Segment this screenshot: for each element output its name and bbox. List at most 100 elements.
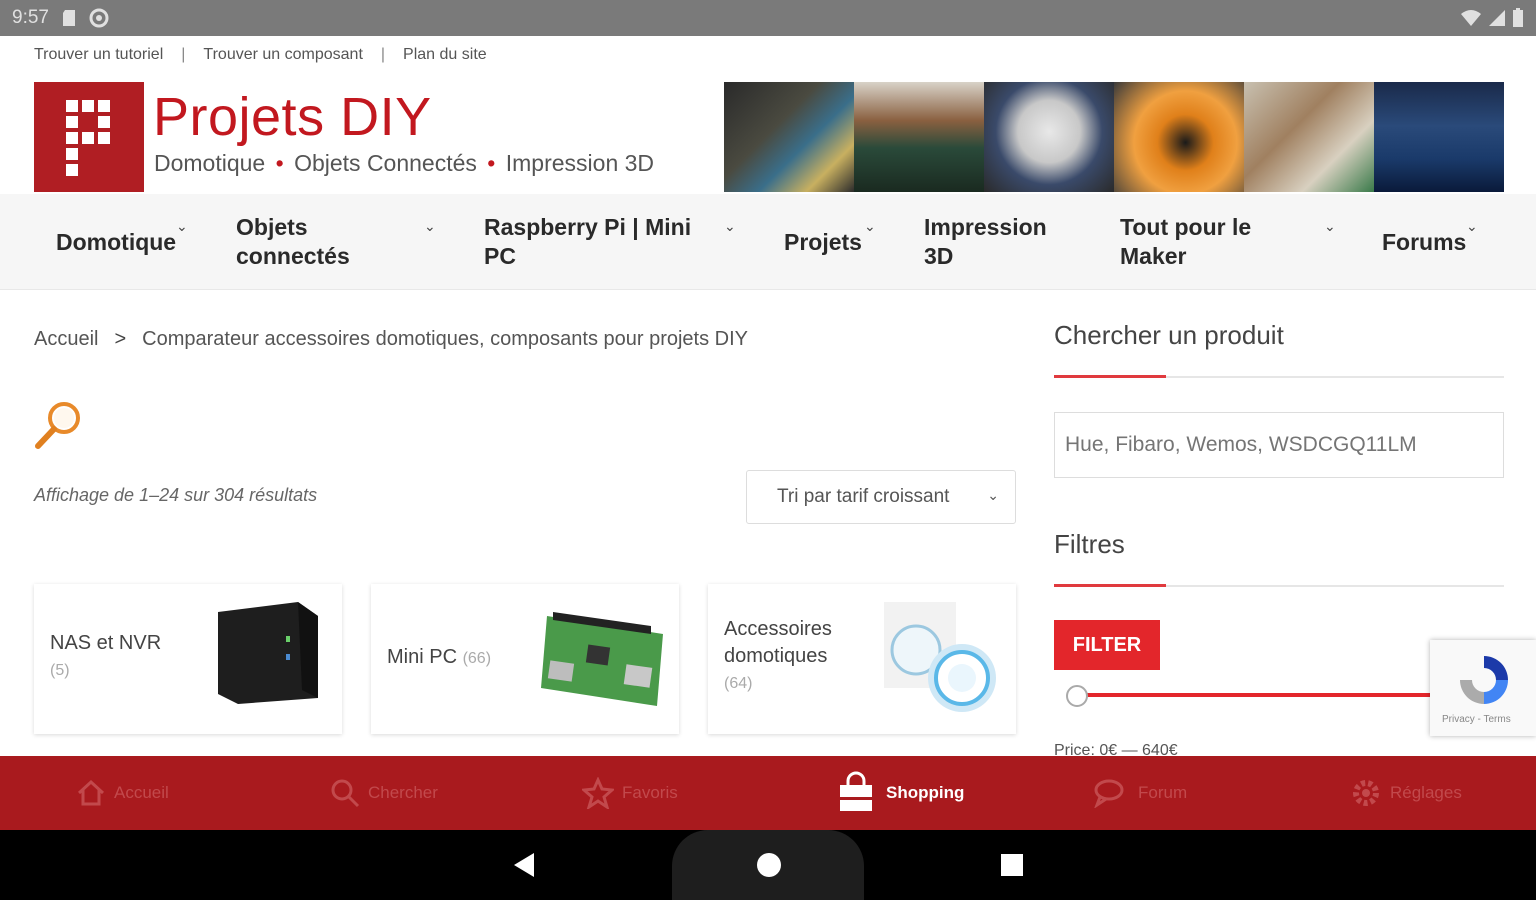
nav-label: Objets connectés (236, 214, 350, 269)
sidebar-search-title: Chercher un produit (1054, 320, 1284, 350)
nav-label: Projets (784, 228, 862, 255)
recents-icon[interactable] (1000, 853, 1024, 877)
recaptcha-terms[interactable]: Privacy - Terms (1442, 714, 1511, 725)
chevron-down-icon: ⌄ (424, 218, 436, 234)
banner-photo-pcb (854, 82, 984, 192)
sort-selected: Tri par tarif croissant (777, 486, 950, 507)
magnifier-icon (35, 402, 80, 449)
main-nav: Domotique ⌄ Objets connectés ⌄ Raspberry… (0, 194, 1536, 290)
category-card-accessoires[interactable]: Accessoires domotiques (64) (708, 584, 1016, 734)
tab-label: Shopping (886, 783, 965, 802)
nav-label: Forums (1382, 228, 1467, 255)
chevron-down-icon: ⌄ (1466, 218, 1478, 234)
top-links: Trouver un tutoriel | Trouver un composa… (34, 46, 487, 64)
category-card-mini-pc[interactable]: Mini PC (66) (371, 584, 679, 734)
tab-shopping[interactable]: Shopping (834, 756, 964, 830)
category-label: Accessoires domotiques (64) (724, 616, 864, 697)
chevron-down-icon: ⌄ (176, 218, 188, 234)
category-name: Mini PC (387, 646, 458, 668)
sd-card-icon (62, 10, 75, 26)
subtitle-objets: Objets Connectés (294, 150, 477, 176)
link-sitemap[interactable]: Plan du site (403, 46, 487, 64)
tab-label: Chercher (368, 783, 438, 802)
link-find-tutorial[interactable]: Trouver un tutoriel (34, 46, 163, 64)
bullet: • (275, 150, 284, 176)
link-separator: | (380, 46, 386, 63)
breadcrumb: Accueil > Comparateur accessoires domoti… (34, 328, 748, 351)
category-count: (66) (462, 650, 492, 667)
category-card-nas[interactable]: NAS et NVR (5) (34, 584, 342, 734)
banner-photo-display (984, 82, 1114, 192)
category-name: Accessoires domotiques (724, 618, 832, 667)
sidebar-divider (1054, 584, 1504, 587)
category-name: NAS et NVR (50, 632, 162, 654)
category-label: Mini PC (66) (387, 644, 491, 672)
battery-icon (1513, 8, 1523, 27)
back-icon[interactable] (512, 852, 536, 878)
nav-impression-3d[interactable]: Impression 3D (924, 194, 1064, 290)
tab-forum[interactable]: Forum (1094, 756, 1187, 830)
chevron-down-icon: ⌄ (1324, 218, 1336, 234)
nav-maker[interactable]: Tout pour le Maker ⌄ (1120, 194, 1342, 290)
tab-favoris[interactable]: Favoris (582, 756, 678, 830)
nav-raspberry[interactable]: Raspberry Pi | Mini PC ⌄ (484, 194, 744, 290)
shopping-bag-icon (840, 771, 872, 811)
home-icon[interactable] (756, 852, 782, 878)
recaptcha-icon (1460, 656, 1508, 704)
star-icon (582, 777, 614, 809)
category-count: (5) (50, 662, 70, 679)
search-icon (331, 779, 360, 808)
subtitle-domotique: Domotique (154, 150, 266, 176)
tab-reglages[interactable]: Réglages (1350, 756, 1462, 830)
category-label: NAS et NVR (5) (50, 630, 161, 684)
sync-icon (89, 8, 109, 28)
breadcrumb-home[interactable]: Accueil (34, 328, 98, 351)
nav-label: Domotique (56, 228, 177, 255)
tab-label: Favoris (622, 783, 678, 802)
sort-select[interactable]: Tri par tarif croissant ⌄ (746, 470, 1016, 524)
product-search-input[interactable] (1054, 412, 1504, 478)
site-subtitle: Domotique • Objets Connectés • Impressio… (154, 150, 654, 177)
site-title[interactable]: Projets DIY (153, 86, 432, 148)
nav-domotique[interactable]: Domotique ⌄ (56, 194, 206, 290)
header-banner (724, 82, 1504, 192)
tab-chercher[interactable]: Chercher (330, 756, 438, 830)
raspberry-pi-image (541, 612, 663, 706)
price-slider-track[interactable] (1076, 693, 1482, 697)
signal-icon (1489, 10, 1505, 26)
xiaomi-sensor-image (884, 602, 996, 712)
sidebar-filters-title: Filtres (1054, 529, 1125, 559)
chevron-down-icon: ⌄ (864, 218, 876, 234)
chevron-down-icon: ⌄ (724, 218, 736, 234)
price-slider-min-handle[interactable] (1066, 685, 1088, 707)
gear-icon (1353, 780, 1379, 806)
status-bar: 9:57 (0, 0, 1536, 36)
site-logo[interactable] (34, 82, 144, 192)
filter-button[interactable]: FILTER (1054, 620, 1160, 670)
nav-label: Impression 3D (924, 214, 1047, 269)
tab-accueil[interactable]: Accueil (76, 756, 169, 830)
banner-photo-screen (1374, 82, 1504, 192)
nav-label: Tout pour le Maker (1120, 214, 1252, 269)
chevron-down-icon: ⌄ (987, 487, 999, 503)
results-count: Affichage de 1–24 sur 304 résultats (34, 485, 318, 505)
sidebar-divider (1054, 375, 1504, 378)
banner-photo-breadboard (1244, 82, 1374, 192)
category-count: (64) (724, 675, 753, 692)
status-time: 9:57 (12, 7, 49, 28)
home-icon (77, 779, 105, 806)
tab-label: Accueil (114, 783, 169, 802)
nav-objets-connectes[interactable]: Objets connectés ⌄ (236, 194, 446, 290)
link-find-component[interactable]: Trouver un composant (203, 46, 362, 64)
subtitle-impression: Impression 3D (505, 150, 655, 176)
nav-forums[interactable]: Forums ⌄ (1382, 194, 1486, 290)
chat-icon (1094, 779, 1124, 808)
wifi-icon (1461, 10, 1481, 26)
breadcrumb-separator: > (114, 328, 127, 350)
bullet: • (487, 150, 496, 176)
recaptcha-badge[interactable]: Privacy - Terms (1430, 640, 1536, 736)
banner-photo-ram (724, 82, 854, 192)
breadcrumb-current: Comparateur accessoires domotiques, comp… (142, 328, 749, 350)
banner-photo-3d-printer (1114, 82, 1244, 192)
nav-projets[interactable]: Projets ⌄ (784, 194, 884, 290)
